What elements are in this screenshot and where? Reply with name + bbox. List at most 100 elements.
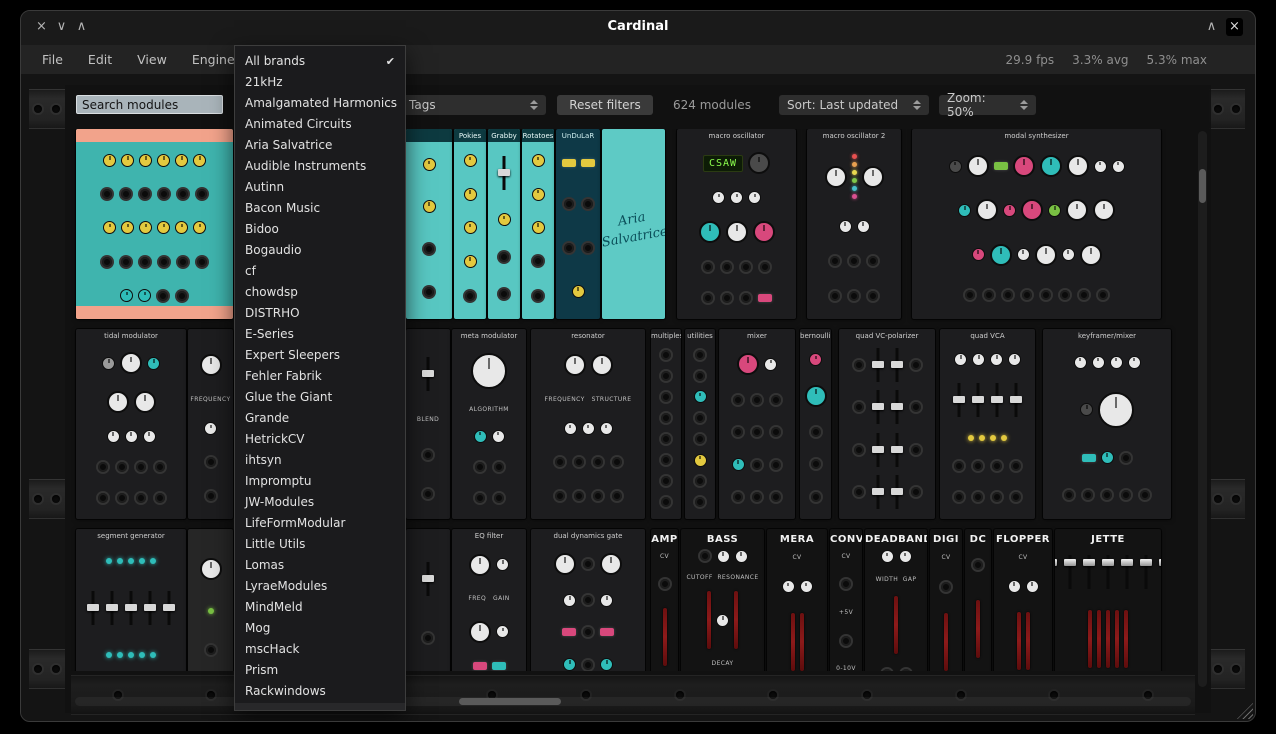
brand-menu-item[interactable]: 21kHz [235,72,405,93]
knob [839,220,852,233]
module-panel[interactable]: DEADBANDWIDTH GAP [865,529,927,671]
brand-menu-item[interactable]: Bogaudio [235,240,405,261]
port-jack [140,257,150,267]
zoom-select[interactable]: Zoom: 50% [939,95,1036,115]
module-panel[interactable]: Grabby [488,129,520,319]
module-panel[interactable]: resonatorFREQUENCY STRUCTURE [531,329,645,519]
brand-menu-item[interactable]: Grande [235,408,405,429]
brand-menu-item[interactable]: Autinn [235,177,405,198]
brand-menu-item[interactable]: Expert Sleepers [235,345,405,366]
brand-menu-item[interactable]: ihtsyn [235,450,405,471]
module-panel[interactable]: DIGICV [930,529,962,671]
close-window-alt-icon[interactable]: × [1226,18,1243,36]
sort-select[interactable]: Sort: Last updated [779,95,929,115]
module-panel[interactable]: FLOPPERCV [994,529,1052,671]
brand-menu-item[interactable]: Prism [235,660,405,681]
reset-filters-button[interactable]: Reset filters [557,95,653,115]
module-panel[interactable]: Rotatoes [522,129,554,319]
panel-label: FREQUENCY STRUCTURE [545,396,632,403]
module-panel[interactable]: BLEND [406,329,450,519]
rack-rail [1209,649,1245,689]
module-panel[interactable]: multiples [651,329,681,519]
search-input[interactable]: Search modules [76,95,223,114]
module-panel[interactable] [406,129,452,319]
module-panel[interactable]: macro oscillator 2 [807,129,901,319]
module-panel[interactable]: bernoulli gate [800,329,831,519]
brand-menu-item[interactable]: Amalgamated Harmonics [235,93,405,114]
port-jack [722,293,732,303]
port-jack [1064,490,1074,500]
module-panel[interactable]: FREQUENCY [188,329,233,519]
brand-menu-item[interactable]: DISTRHO [235,303,405,324]
brand-menu-item[interactable]: LifeFormModular [235,513,405,534]
module-panel[interactable]: EQ filterFREQ GAIN [452,529,526,671]
module-panel[interactable]: macro oscillatorCSAW [677,129,796,319]
brand-menu-item[interactable]: HetrickCV [235,429,405,450]
module-panel[interactable]: Aria Salvatrice [602,129,665,319]
port-jack [1041,290,1051,300]
module-panel[interactable]: JETTE [1055,529,1161,671]
module-panel[interactable]: Pokies [454,129,486,319]
module-panel[interactable]: DC [965,529,991,671]
brand-menu-item[interactable]: mscHack [235,639,405,660]
menu-engine[interactable]: Engine [187,50,240,69]
port-jack [583,243,593,253]
module-panel[interactable]: BASSCUTOFF RESONANCEDECAYENVMOD ACCENT [681,529,764,671]
module-panel[interactable]: MERACV [767,529,827,671]
module-panel[interactable]: segment generator [76,529,186,671]
brand-menu-item[interactable]: Impromptu [235,471,405,492]
brand-menu-item[interactable]: Lomas [235,555,405,576]
brand-menu-item[interactable]: Glue the Giant [235,387,405,408]
knob [492,430,505,443]
screenshot-stage: × ∨ ∧ Cardinal ∧ × FileEditViewEngineHel… [0,0,1276,734]
module-panel[interactable]: keyframer/mixer [1043,329,1171,519]
brand-menu-item[interactable]: Mog [235,618,405,639]
module-panel[interactable]: meta modulatorALGORITHM [452,329,526,519]
vertical-scrollbar[interactable] [1198,131,1207,687]
module-panel[interactable]: modal synthesizer [912,129,1161,319]
knob [591,354,613,376]
brand-menu-item[interactable]: cf [235,261,405,282]
module-panel[interactable]: quad VC-polarizer [839,329,935,519]
keep-above-icon[interactable]: ∧ [1203,18,1220,36]
brand-menu-item[interactable]: Audible Instruments [235,156,405,177]
patch-cable [663,608,667,666]
vertical-scrollbar-thumb[interactable] [1199,169,1206,203]
menu-view[interactable]: View [132,50,172,69]
brand-menu-item[interactable]: E-Series [235,324,405,345]
module-panel[interactable]: tidal modulator [76,329,186,519]
brand-menu-item[interactable]: Fehler Fabrik [235,366,405,387]
brand-menu-item[interactable]: LyraeModules [235,576,405,597]
module-panel[interactable]: quad VCA [940,329,1035,519]
knob [532,188,545,201]
tags-select[interactable]: Tags [401,95,546,115]
brand-menu-item[interactable]: Bacon Music [235,198,405,219]
knob [972,353,985,366]
brand-menu-item[interactable]: Little Utils [235,534,405,555]
brand-menu-item[interactable]: Bidoo [235,219,405,240]
module-panel[interactable]: AMPCV [651,529,678,671]
module-panel[interactable]: CONVCV+5V0-10V [830,529,862,671]
checkmark-icon: ✔ [386,51,395,72]
module-panel[interactable]: dual dynamics gate [531,529,645,671]
brand-menu-item[interactable]: chowdsp [235,282,405,303]
brand-menu-item[interactable]: Rackwindows [235,681,405,702]
brand-menu-item[interactable]: Aria Salvatrice [235,135,405,156]
menu-file[interactable]: File [37,50,68,69]
module-panel[interactable]: utilities [685,329,715,519]
module-panel[interactable] [188,529,233,671]
slider [421,357,435,391]
port-jack [593,491,603,501]
module-panel[interactable] [76,129,233,319]
brand-menu-item-label: Amalgamated Harmonics [245,93,397,114]
brand-menu-item[interactable]: All brands✔ [235,51,405,72]
horizontal-scrollbar-thumb[interactable] [459,698,561,705]
module-panel[interactable]: UnDuLaR [556,129,600,319]
brand-menu-item[interactable]: MindMeld [235,597,405,618]
module-panel[interactable] [406,529,450,671]
module-panel[interactable]: mixer [719,329,795,519]
brand-menu-item[interactable]: JW-Modules [235,492,405,513]
brand-menu-item[interactable]: Animated Circuits [235,114,405,135]
menu-edit[interactable]: Edit [83,50,117,69]
port-jack [494,462,504,472]
